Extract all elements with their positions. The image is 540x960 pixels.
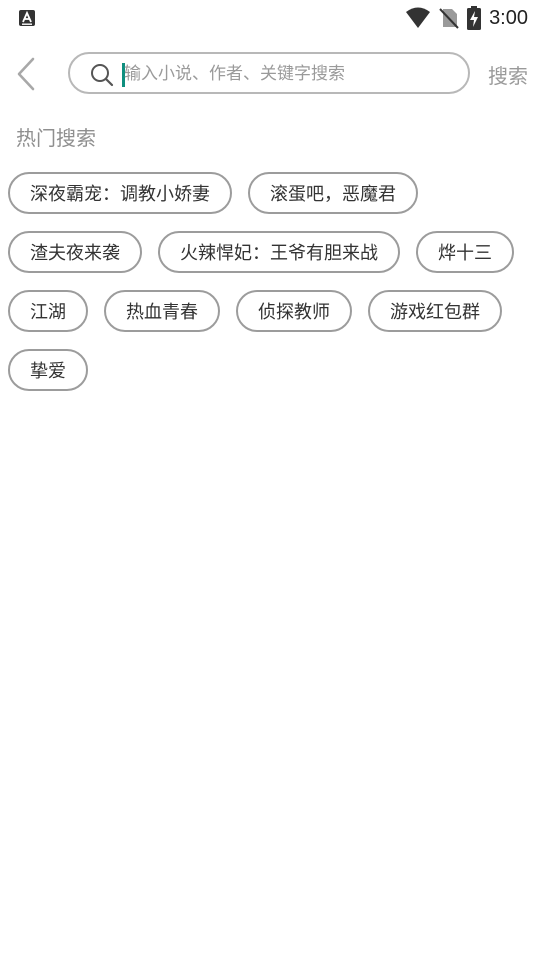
search-button[interactable]: 搜索 xyxy=(488,60,528,89)
search-box[interactable] xyxy=(68,52,470,94)
hot-search-tag[interactable]: 游戏红包群 xyxy=(368,290,502,332)
status-time: 3:00 xyxy=(489,6,528,29)
search-input[interactable] xyxy=(124,60,454,88)
hot-search-tag[interactable]: 火辣悍妃：王爷有胆来战 xyxy=(158,231,400,273)
tag-row: 江湖 热血青春 侦探教师 游戏红包群 xyxy=(8,290,532,332)
hot-search-tag[interactable]: 热血青春 xyxy=(104,290,220,332)
hot-search-title: 热门搜索 xyxy=(16,126,96,150)
tag-row: 渣夫夜来袭 火辣悍妃：王爷有胆来战 烨十三 xyxy=(8,231,532,273)
search-header: 搜索 xyxy=(0,50,540,98)
hot-search-tag[interactable]: 挚爱 xyxy=(8,349,88,391)
hot-search-tag[interactable]: 滚蛋吧，恶魔君 xyxy=(248,172,418,214)
tag-row: 挚爱 xyxy=(8,349,532,391)
wifi-icon xyxy=(406,7,431,28)
hot-search-tag[interactable]: 渣夫夜来袭 xyxy=(8,231,142,273)
hot-search-tag[interactable]: 江湖 xyxy=(8,290,88,332)
tag-row: 深夜霸宠：调教小娇妻 滚蛋吧，恶魔君 xyxy=(8,172,532,214)
battery-charging-icon xyxy=(467,6,482,30)
hot-search-tag[interactable]: 侦探教师 xyxy=(236,290,352,332)
hot-search-tag[interactable]: 烨十三 xyxy=(416,231,514,273)
hot-search-tag[interactable]: 深夜霸宠：调教小娇妻 xyxy=(8,172,232,214)
search-icon xyxy=(91,64,114,87)
hot-search-tags: 深夜霸宠：调教小娇妻 滚蛋吧，恶魔君 渣夫夜来袭 火辣悍妃：王爷有胆来战 烨十三… xyxy=(8,172,532,408)
chevron-left-icon xyxy=(17,57,35,91)
status-bar: 3:00 xyxy=(0,0,540,36)
status-icons: 3:00 xyxy=(405,6,528,30)
back-button[interactable] xyxy=(10,56,42,92)
no-sim-icon xyxy=(439,8,459,29)
keyboard-a-icon xyxy=(19,10,35,26)
